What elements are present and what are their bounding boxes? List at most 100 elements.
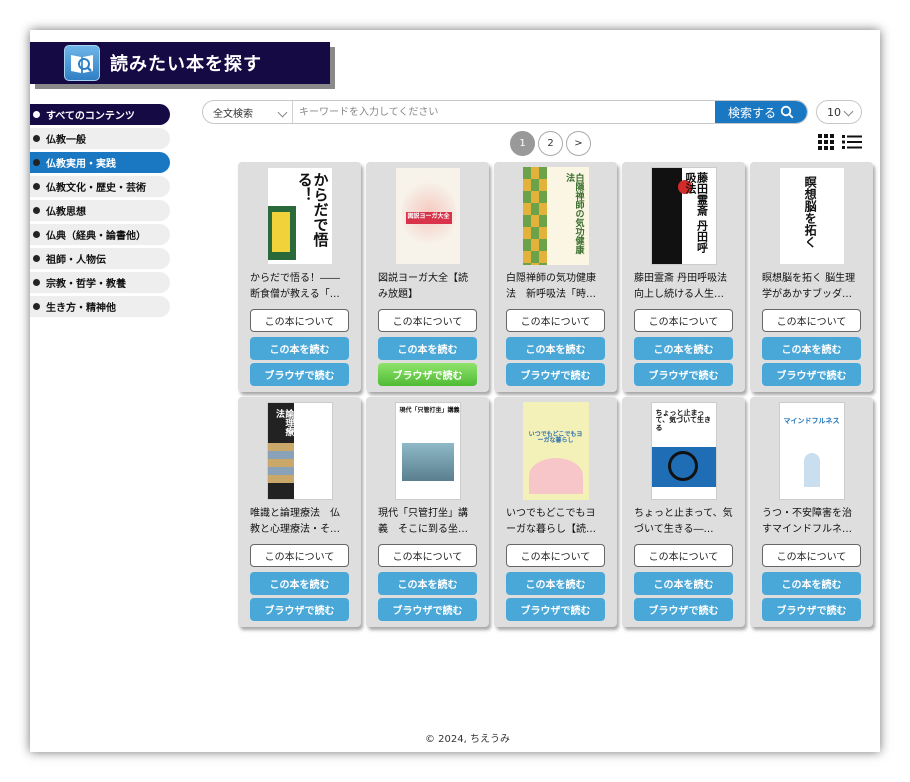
chevron-down-icon [277, 107, 288, 118]
search-button[interactable]: 検索する [715, 101, 807, 123]
book-cover[interactable]: 現代「只管打坐」講義 [394, 402, 461, 500]
book-title[interactable]: いつでもどこでもヨーガな暮らし【読… [506, 506, 605, 538]
about-book-button[interactable]: この本について [506, 309, 605, 332]
read-in-browser-button[interactable]: ブラウザで読む [762, 363, 861, 386]
read-in-browser-button[interactable]: ブラウザで読む [762, 598, 861, 621]
book-title[interactable]: うつ・不安障害を治すマインドフルネ… [762, 506, 861, 538]
sidebar-item-label: 祖師・人物伝 [46, 255, 106, 266]
book-cover[interactable]: からだで悟る！ [266, 167, 333, 265]
app-frame: 読みたい本を探す すべてのコンテンツ 仏教一般 仏教実用・実践 仏教文化・歴史・… [30, 30, 880, 752]
read-book-button[interactable]: この本を読む [250, 572, 349, 595]
read-in-browser-button[interactable]: ブラウザで読む [506, 598, 605, 621]
sidebar-item-all[interactable]: すべてのコンテンツ [30, 104, 170, 125]
read-book-button[interactable]: この本を読む [762, 337, 861, 360]
search-mode-value: 全文検索 [213, 108, 253, 120]
read-in-browser-button[interactable]: ブラウザで読む [634, 363, 733, 386]
bullet-icon [33, 231, 40, 238]
book-card: 唯識と論理療法 唯識と論理療法 仏教と心理療法・そ… この本について この本を読… [238, 397, 361, 627]
book-cover[interactable]: 藤田霊斎 丹田呼吸法 [650, 167, 717, 265]
chevron-down-icon [843, 106, 854, 117]
read-book-button[interactable]: この本を読む [634, 337, 733, 360]
book-cover[interactable]: 瞑想脳を拓く [778, 167, 845, 265]
sidebar-item-label: 仏典（経典・論書他） [46, 231, 146, 242]
book-title[interactable]: 瞑想脳を拓く 脳生理学があかすブッダ… [762, 271, 861, 303]
bullet-icon [33, 183, 40, 190]
read-book-button[interactable]: この本を読む [378, 337, 477, 360]
book-card: 白隠禅師の気功健康法 白隠禅師の気功健康法 新呼吸法「時… この本について この… [494, 162, 617, 392]
read-book-button[interactable]: この本を読む [378, 572, 477, 595]
about-book-button[interactable]: この本について [762, 544, 861, 567]
search-input[interactable] [293, 101, 715, 123]
book-title[interactable]: からだで悟る！――断食僧が教える「… [250, 271, 349, 303]
sidebar-item-practice[interactable]: 仏教実用・実践 [30, 152, 170, 173]
book-title[interactable]: 図説ヨーガ大全【読み放題】 [378, 271, 477, 303]
book-card: 図説ヨーガ大全 図説ヨーガ大全【読み放題】 この本について この本を読む ブラウ… [366, 162, 489, 392]
sidebar-item-label: 仏教一般 [46, 135, 86, 146]
book-cover[interactable]: ちょっと止まって、気づいて生きる [650, 402, 717, 500]
about-book-button[interactable]: この本について [378, 309, 477, 332]
grid-view-icon[interactable] [818, 134, 834, 150]
book-title[interactable]: 現代「只管打坐」講義 そこに到る坐… [378, 506, 477, 538]
read-book-button[interactable]: この本を読む [634, 572, 733, 595]
list-view-icon[interactable] [842, 134, 862, 150]
book-title[interactable]: 白隠禅師の気功健康法 新呼吸法「時… [506, 271, 605, 303]
sidebar-item-general[interactable]: 仏教一般 [30, 128, 170, 149]
book-cover-title: 藤田霊斎 丹田呼吸法 [683, 172, 709, 253]
read-book-button[interactable]: この本を読む [506, 337, 605, 360]
bullet-icon [33, 279, 40, 286]
read-book-button[interactable]: この本を読む [762, 572, 861, 595]
book-cover[interactable]: 図説ヨーガ大全 [394, 167, 461, 265]
search-bar: 全文検索 検索する [202, 100, 808, 124]
book-title[interactable]: 藤田霊斎 丹田呼吸法 向上し続ける人生… [634, 271, 733, 303]
bullet-icon [33, 159, 40, 166]
read-in-browser-button[interactable]: ブラウザで読む [506, 363, 605, 386]
about-book-button[interactable]: この本について [634, 544, 733, 567]
sidebar-item-scripture[interactable]: 仏典（経典・論書他） [30, 224, 170, 245]
footer-copyright: © 2024, ちえうみ [425, 734, 510, 745]
header-banner: 読みたい本を探す [30, 42, 330, 84]
sidebar-item-label: 宗教・哲学・教養 [46, 279, 126, 290]
about-book-button[interactable]: この本について [506, 544, 605, 567]
book-cover[interactable]: 白隠禅師の気功健康法 [522, 167, 589, 265]
about-book-button[interactable]: この本について [250, 544, 349, 567]
sidebar-item-life[interactable]: 生き方・精神他 [30, 296, 170, 317]
sidebar-item-label: すべてのコンテンツ [46, 111, 135, 122]
page-button-2[interactable]: 2 [538, 131, 563, 156]
book-cover[interactable]: 唯識と論理療法 [266, 402, 333, 500]
sidebar-item-thought[interactable]: 仏教思想 [30, 200, 170, 221]
read-book-button[interactable]: この本を読む [506, 572, 605, 595]
pagination: 1 2 > [510, 131, 591, 156]
book-card: 藤田霊斎 丹田呼吸法 藤田霊斎 丹田呼吸法 向上し続ける人生… この本について … [622, 162, 745, 392]
about-book-button[interactable]: この本について [250, 309, 349, 332]
book-title[interactable]: 唯識と論理療法 仏教と心理療法・そ… [250, 506, 349, 538]
sidebar-item-culture[interactable]: 仏教文化・歴史・芸術 [30, 176, 170, 197]
per-page-select[interactable]: 10 [816, 100, 862, 124]
book-cover-title: 白隠禅師の気功健康法 [564, 173, 584, 254]
bullet-icon [33, 255, 40, 262]
page-button-1[interactable]: 1 [510, 131, 535, 156]
read-in-browser-button[interactable]: ブラウザで読む [250, 598, 349, 621]
read-in-browser-button[interactable]: ブラウザで読む [378, 363, 477, 386]
sidebar-item-label: 仏教実用・実践 [46, 159, 116, 170]
search-mode-select[interactable]: 全文検索 [203, 101, 293, 123]
about-book-button[interactable]: この本について [634, 309, 733, 332]
book-title[interactable]: ちょっと止まって、気づいて生きる―… [634, 506, 733, 538]
book-cover-title: いつでもどこでもヨーガな暮らし [528, 431, 583, 445]
book-cover-title: 唯識と論理療法 [273, 409, 303, 436]
sidebar-item-label: 仏教思想 [46, 207, 86, 218]
about-book-button[interactable]: この本について [378, 544, 477, 567]
about-book-button[interactable]: この本について [762, 309, 861, 332]
read-in-browser-button[interactable]: ブラウザで読む [250, 363, 349, 386]
book-cover[interactable]: マインドフルネス [778, 402, 845, 500]
sidebar-item-label: 生き方・精神他 [46, 303, 116, 314]
book-cover[interactable]: いつでもどこでもヨーガな暮らし [522, 402, 589, 500]
read-in-browser-button[interactable]: ブラウザで読む [378, 598, 477, 621]
next-page-button[interactable]: > [566, 131, 591, 156]
read-book-button[interactable]: この本を読む [250, 337, 349, 360]
book-cover-title: 瞑想脳を拓く [803, 176, 818, 248]
read-in-browser-button[interactable]: ブラウザで読む [634, 598, 733, 621]
category-sidebar: すべてのコンテンツ 仏教一般 仏教実用・実践 仏教文化・歴史・芸術 仏教思想 仏… [30, 104, 170, 320]
sidebar-item-biography[interactable]: 祖師・人物伝 [30, 248, 170, 269]
book-grid: からだで悟る！ からだで悟る！――断食僧が教える「… この本について この本を読… [238, 162, 873, 627]
sidebar-item-philosophy[interactable]: 宗教・哲学・教養 [30, 272, 170, 293]
